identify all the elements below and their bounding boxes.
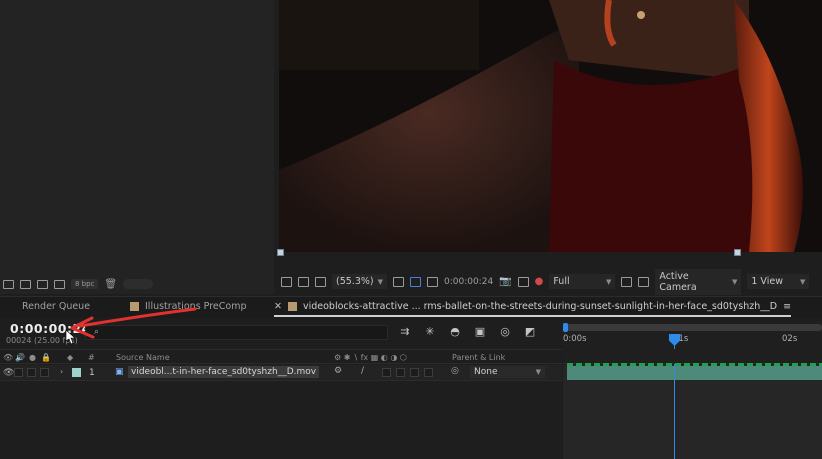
project-panel xyxy=(0,0,274,294)
tab-active-composition[interactable]: ✕ videoblocks-attractive ... rms-ballet-… xyxy=(274,301,792,317)
comp-color-swatch xyxy=(130,302,139,311)
layer-duration-bar[interactable] xyxy=(567,366,822,380)
graph-editor-icon[interactable]: ◩ xyxy=(523,325,537,338)
frame-count: 00024 (25.00 fps) xyxy=(6,336,78,345)
camera-select[interactable]: Active Camera ▼ xyxy=(655,268,742,295)
solo-icon[interactable]: ● xyxy=(29,353,36,362)
resolution-select[interactable]: Full ▼ xyxy=(549,274,616,289)
layer-number: 1 xyxy=(89,368,95,378)
motion-blur-switch[interactable] xyxy=(410,368,419,377)
layer-row[interactable]: 👁 › 1 ▣ videobl...t-in-her-face_sd0tyshz… xyxy=(0,365,562,381)
new-composition-icon[interactable] xyxy=(37,279,48,289)
layer-handle-right[interactable] xyxy=(734,249,741,256)
chevron-down-icon: ▼ xyxy=(535,368,541,376)
frame-blending-icon[interactable]: ▣ xyxy=(473,325,487,338)
snapshot-icon[interactable]: 📷 xyxy=(499,276,511,287)
zoom-select[interactable]: (55.3%) ▼ xyxy=(332,274,387,289)
audio-toggle[interactable] xyxy=(14,368,23,377)
frame-blend-switch[interactable] xyxy=(396,368,405,377)
draft-3d-icon[interactable]: ✳ xyxy=(423,325,437,338)
search-icon: ⌕ xyxy=(94,327,100,337)
fast-previews-icon[interactable] xyxy=(621,276,633,287)
fx-switch[interactable] xyxy=(382,368,391,377)
panel-menu-icon[interactable]: ≡ xyxy=(783,301,791,312)
current-time-display[interactable]: 0:00:00:24 xyxy=(10,321,91,336)
chevron-down-icon: ▼ xyxy=(731,277,738,286)
column-parent-link[interactable]: Parent & Link xyxy=(452,353,505,362)
toggle-transparency-icon[interactable] xyxy=(638,276,650,287)
comp-color-swatch xyxy=(287,302,297,311)
motion-blur-icon[interactable]: ◎ xyxy=(498,325,512,338)
show-snapshot-icon[interactable] xyxy=(517,276,529,287)
color-channels-icon[interactable]: ● xyxy=(535,276,544,287)
safe-margins-icon[interactable] xyxy=(392,276,404,287)
hide-shy-layers-icon[interactable]: ◓ xyxy=(448,325,462,338)
eye-icon[interactable]: 👁 xyxy=(3,353,13,362)
layer-label-color[interactable] xyxy=(72,368,81,377)
layer-column-header: 👁 🔊 ● 🔒 ◆ # Source Name ⚙ ✱ ∖ fx ▦ ◐ ◑ ⬡… xyxy=(0,349,562,364)
playhead-line-track xyxy=(674,365,675,459)
switches-icons: ⚙ ✱ ∖ fx ▦ ◐ ◑ ⬡ xyxy=(334,353,407,362)
viewer-frame-image xyxy=(279,0,822,252)
bit-depth-badge[interactable]: 8 bpc xyxy=(71,279,99,289)
quality-switch-icon[interactable]: ∕ xyxy=(361,366,364,376)
settings-icon[interactable] xyxy=(54,279,65,289)
new-folder-icon[interactable] xyxy=(20,279,31,289)
solo-toggle[interactable] xyxy=(27,368,36,377)
mask-visibility-icon[interactable] xyxy=(315,276,326,287)
trash-icon[interactable]: 🗑 xyxy=(104,279,117,290)
layer-source-name[interactable]: videobl...t-in-her-face_sd0tyshzh__D.mov xyxy=(128,366,320,378)
adjustment-switch[interactable] xyxy=(424,368,433,377)
timeline-switches: ⇉ ✳ ◓ ▣ ◎ ◩ xyxy=(398,325,537,338)
footage-icon: ▣ xyxy=(115,367,124,377)
column-source-name[interactable]: Source Name xyxy=(116,353,170,362)
panel-tab-row: Render Queue Illustrations PreComp ✕ vid… xyxy=(0,296,822,318)
pick-whip-icon[interactable]: ◎ xyxy=(451,366,459,376)
interpret-footage-icon[interactable] xyxy=(3,279,14,289)
work-area-bar[interactable] xyxy=(565,324,822,331)
chevron-down-icon: ▼ xyxy=(605,277,612,286)
always-preview-icon[interactable] xyxy=(281,276,292,287)
ruler-label: 0:00s xyxy=(563,334,587,344)
work-area-start-handle[interactable] xyxy=(563,323,568,332)
parent-select[interactable]: None ▼ xyxy=(470,366,545,378)
ruler-label: 02s xyxy=(782,334,798,344)
label-icon[interactable]: ◆ xyxy=(67,353,73,362)
composition-mini-flowchart-icon[interactable]: ⇉ xyxy=(398,325,412,338)
shy-switch-icon[interactable]: ⚙ xyxy=(334,366,342,376)
close-icon[interactable]: ✕ xyxy=(274,301,282,312)
view-layout-select[interactable]: 1 View ▼ xyxy=(747,274,810,289)
lock-toggle[interactable] xyxy=(40,368,49,377)
chevron-down-icon: ▼ xyxy=(377,277,383,286)
monitor-icon[interactable] xyxy=(298,276,309,287)
eye-icon[interactable]: 👁 xyxy=(3,368,14,378)
lock-icon[interactable]: 🔒 xyxy=(41,353,51,362)
viewer-timecode[interactable]: 0:00:00:24 xyxy=(444,277,493,287)
project-footer: 8 bpc 🗑 xyxy=(0,276,274,292)
viewer-toolbar: (55.3%) ▼ 0:00:00:24 📷 ● Full ▼ Active Cam… xyxy=(279,268,822,295)
composition-viewer[interactable] xyxy=(279,0,822,252)
tab-render-queue[interactable]: Render Queue xyxy=(22,301,90,312)
track-header xyxy=(563,349,822,364)
chevron-down-icon: ▼ xyxy=(799,277,806,286)
thumbnail-size-slider[interactable] xyxy=(123,279,154,289)
tab-illustrations-precomp[interactable]: Illustrations PreComp xyxy=(130,301,247,312)
audio-icon[interactable]: 🔊 xyxy=(15,353,25,362)
layer-search-input[interactable]: ⌕ xyxy=(85,325,388,340)
layer-handle-left[interactable] xyxy=(277,249,284,256)
transparency-grid-icon[interactable] xyxy=(426,276,438,287)
expand-chevron-icon[interactable]: › xyxy=(60,367,63,376)
region-of-interest-icon[interactable] xyxy=(409,276,421,287)
column-hash: # xyxy=(88,353,95,362)
